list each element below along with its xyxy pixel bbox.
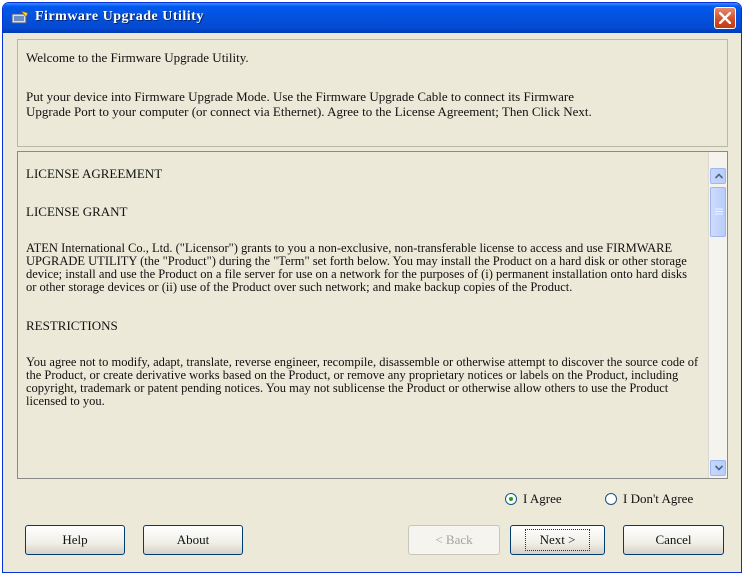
title-bar[interactable]: Firmware Upgrade Utility [3,3,741,33]
close-icon [719,12,731,24]
instruction-line-2: Upgrade Port to your computer (or connec… [26,104,592,119]
help-button[interactable]: Help [25,525,125,555]
license-scrollbar[interactable] [708,152,727,478]
license-grant-heading: LICENSE GRANT [26,204,128,219]
window-title: Firmware Upgrade Utility [35,9,204,24]
close-button[interactable] [714,7,736,29]
agree-radio[interactable] [505,493,517,505]
license-content: LICENSE AGREEMENT LICENSE GRANT ATEN Int… [18,152,708,478]
disagree-radio-option[interactable]: I Don't Agree [605,491,693,507]
restrictions-heading: RESTRICTIONS [26,318,118,333]
cancel-button-label: Cancel [655,532,692,547]
about-button-label: About [176,532,210,547]
intro-panel: Welcome to the Firmware Upgrade Utility.… [17,39,728,147]
license-heading: LICENSE AGREEMENT [26,166,163,181]
app-icon [11,10,29,24]
next-button[interactable]: Next > [510,525,605,555]
firmware-upgrade-window: Firmware Upgrade Utility Welcome to the … [2,2,742,573]
restrictions-text: You agree not to modify, adapt, translat… [26,355,699,408]
scroll-thumb-grip-icon [715,208,723,215]
back-button[interactable]: < Back [408,525,500,555]
scroll-down-arrow-icon [715,465,723,471]
agree-radio-option[interactable]: I Agree [505,491,562,507]
scroll-down-button[interactable] [710,460,726,476]
scroll-up-arrow-icon [715,173,723,179]
welcome-text: Welcome to the Firmware Upgrade Utility. [26,50,249,65]
license-textbox[interactable]: LICENSE AGREEMENT LICENSE GRANT ATEN Int… [17,151,728,479]
instruction-line-1: Put your device into Firmware Upgrade Mo… [26,89,575,104]
disagree-radio[interactable] [605,493,617,505]
back-button-label: < Back [435,532,473,547]
disagree-label: I Don't Agree [623,491,694,506]
next-button-label: Next > [524,529,591,551]
about-button[interactable]: About [143,525,243,555]
scroll-up-button[interactable] [710,168,726,184]
agree-label: I Agree [523,491,562,506]
scroll-thumb[interactable] [710,187,726,237]
license-grant-text: ATEN International Co., Ltd. ("Licensor"… [26,241,687,294]
help-button-label: Help [62,532,88,547]
cancel-button[interactable]: Cancel [623,525,724,555]
